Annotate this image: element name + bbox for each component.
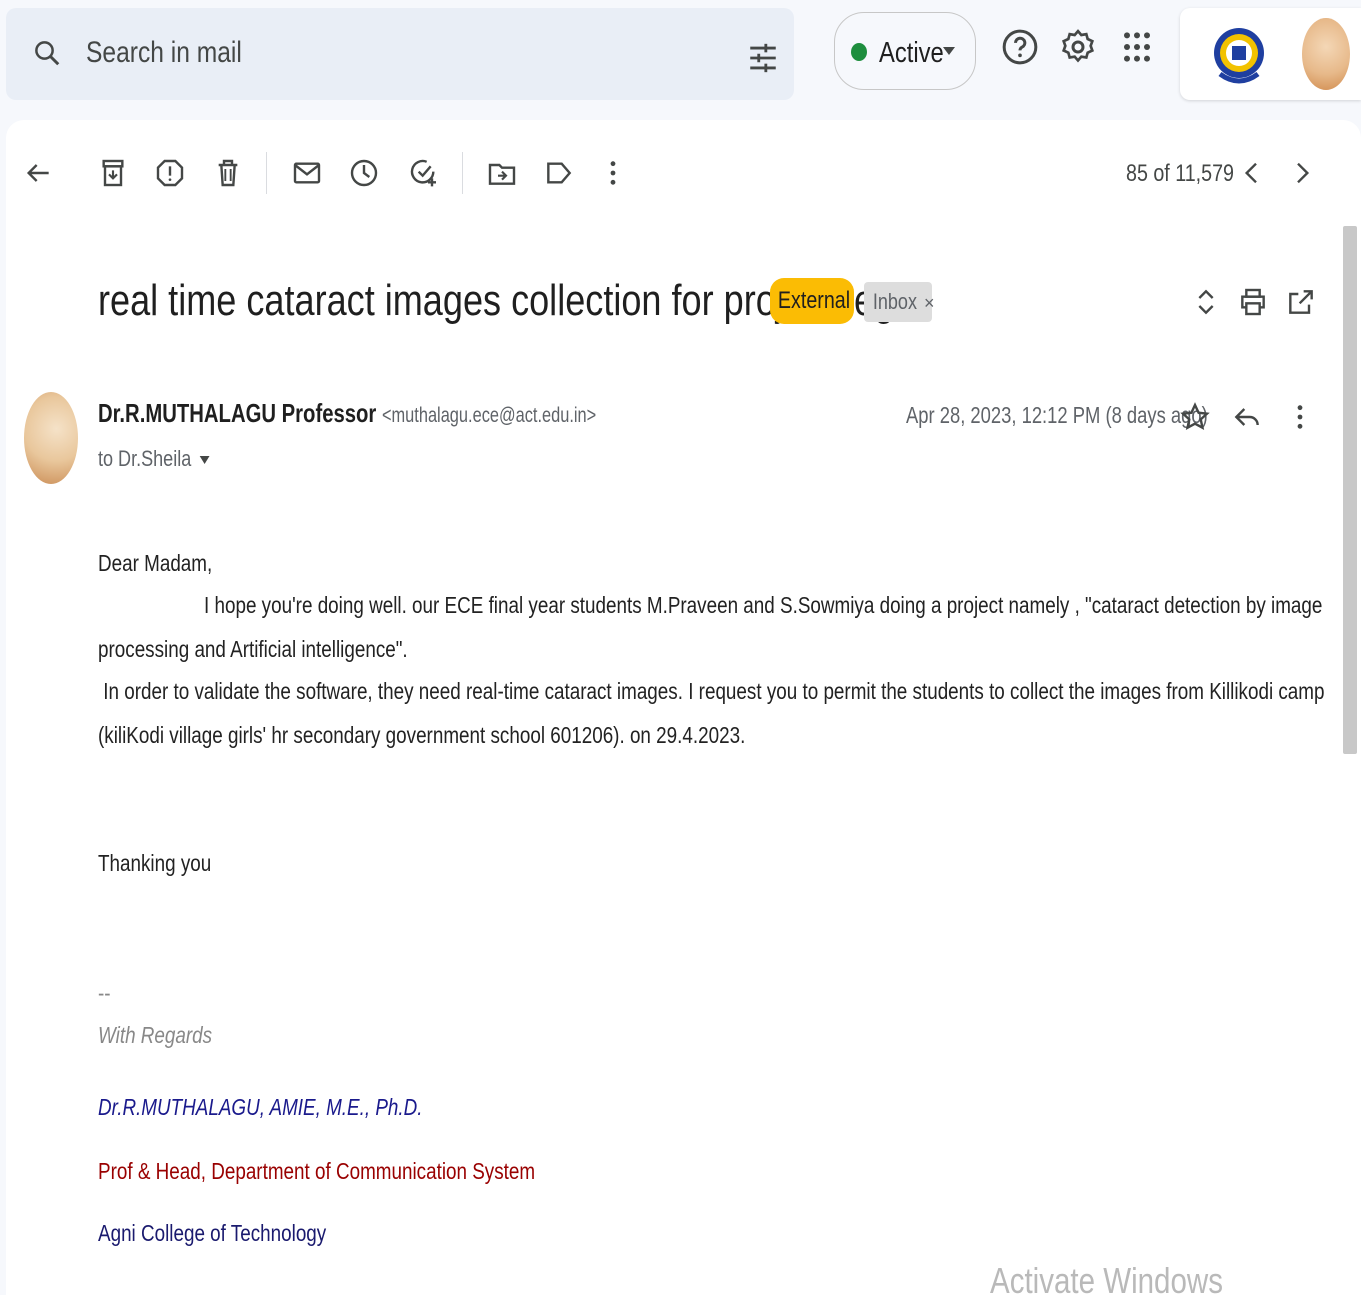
sender-name[interactable]: Dr.R.MUTHALAGU Professor <muthalagu.ece@… [98, 398, 596, 429]
toolbar-divider [462, 152, 463, 194]
college-logo[interactable] [1210, 16, 1268, 90]
more-options-icon[interactable] [1284, 398, 1316, 436]
move-to-icon[interactable] [486, 154, 518, 192]
chevron-down-icon [943, 47, 955, 55]
signature-separator: -- [98, 980, 111, 1006]
more-options-icon[interactable] [597, 154, 629, 192]
email-body-line: In order to validate the software, they … [98, 678, 1325, 704]
email-body-line: (kiliKodi village girls' hr secondary go… [98, 722, 746, 748]
chevron-down-icon[interactable] [199, 456, 210, 465]
sender-avatar[interactable] [24, 392, 78, 484]
search-input[interactable]: Search in mail [86, 36, 242, 70]
apps-grid-icon[interactable] [1117, 24, 1157, 70]
email-body-line: processing and Artificial intelligence". [98, 636, 408, 662]
status-dot-icon [851, 43, 867, 61]
email-body-line: I hope you're doing well. our ECE final … [204, 592, 1323, 618]
snooze-icon[interactable] [348, 154, 380, 192]
open-new-window-icon[interactable] [1285, 282, 1317, 322]
expand-collapse-icon[interactable] [1190, 282, 1222, 322]
search-icon[interactable] [32, 36, 62, 70]
signature-regards: With Regards [98, 1022, 213, 1048]
status-selector[interactable]: Active [834, 12, 976, 90]
toolbar-divider [266, 152, 267, 194]
add-to-tasks-icon[interactable] [408, 154, 440, 192]
back-arrow-icon[interactable] [22, 154, 54, 192]
page-count: 85 of 11,579 [1126, 160, 1234, 187]
reply-icon[interactable] [1231, 398, 1263, 436]
external-badge: External [770, 278, 854, 324]
signature-name: Dr.R.MUTHALAGU, AMIE, M.E., Ph.D. [98, 1094, 423, 1120]
sender-email: <muthalagu.ece@act.edu.in> [381, 404, 597, 427]
mark-unread-icon[interactable] [291, 154, 323, 192]
remove-label-icon[interactable]: × [924, 293, 935, 313]
account-avatar[interactable] [1302, 18, 1350, 90]
recipient-line[interactable]: to Dr.Sheila [98, 446, 210, 472]
inbox-label-chip[interactable]: Inbox × [864, 282, 935, 322]
windows-activation-watermark: Activate Windows [990, 1260, 1223, 1295]
archive-icon[interactable] [97, 154, 129, 192]
signature-title: Prof & Head, Department of Communication… [98, 1158, 536, 1184]
settings-icon[interactable] [1058, 24, 1098, 70]
print-icon[interactable] [1237, 282, 1269, 322]
search-bar[interactable]: Search in mail [6, 8, 794, 100]
scrollbar[interactable] [1343, 226, 1357, 754]
star-icon[interactable] [1179, 398, 1211, 436]
chevron-right-icon[interactable] [1286, 154, 1318, 192]
email-date: Apr 28, 2023, 12:12 PM (8 days ago) [906, 402, 1208, 428]
status-label: Active [879, 37, 944, 69]
label-icon[interactable] [543, 154, 575, 192]
email-greeting: Dear Madam, [98, 550, 213, 576]
email-closing: Thanking you [98, 850, 212, 876]
search-options-icon[interactable] [746, 38, 780, 78]
chevron-left-icon[interactable] [1236, 154, 1268, 192]
help-icon[interactable] [1000, 24, 1040, 70]
signature-college: Agni College of Technology [98, 1220, 327, 1246]
report-spam-icon[interactable] [154, 154, 186, 192]
account-area [1180, 8, 1361, 100]
delete-icon[interactable] [212, 154, 244, 192]
